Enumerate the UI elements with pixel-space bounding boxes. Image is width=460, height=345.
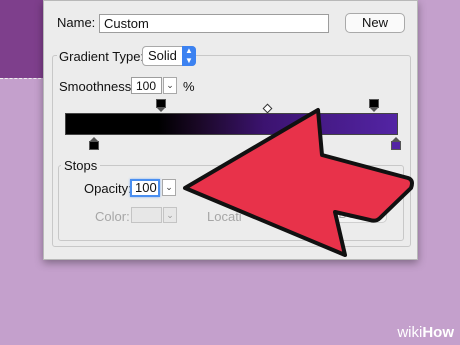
wikihow-watermark: wikiHow [397,324,454,341]
watermark-wiki: wiki [397,324,423,341]
red-arrow-annotation [183,108,414,257]
watermark-how: How [422,324,454,341]
